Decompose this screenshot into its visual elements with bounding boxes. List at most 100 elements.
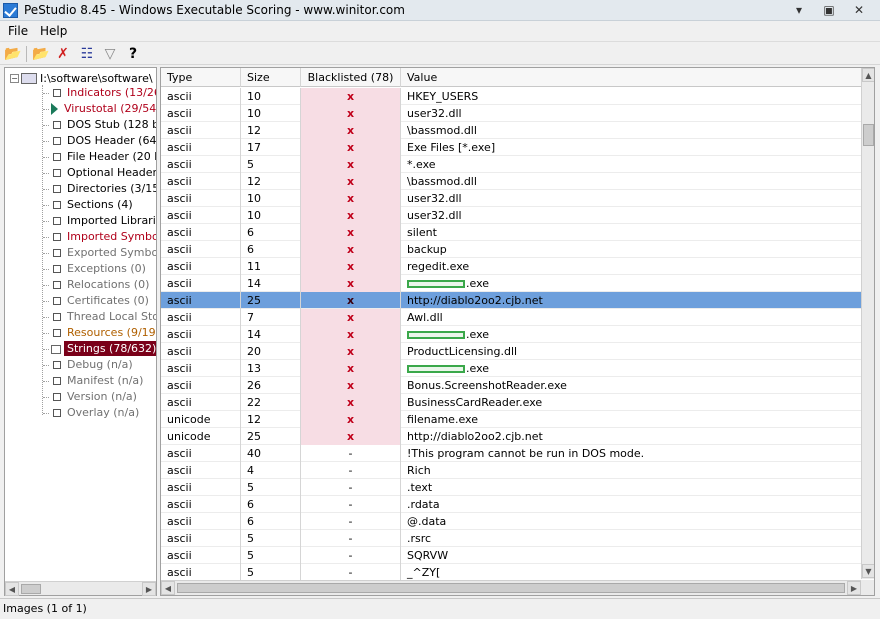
- cell-blacklisted: x: [301, 326, 401, 343]
- table-row[interactable]: ascii 5 - .rsrc: [161, 530, 861, 547]
- table-row[interactable]: ascii 12 x \bassmod.dll: [161, 122, 861, 139]
- tree-item[interactable]: Manifest (n/a): [43, 373, 143, 389]
- scroll-thumb[interactable]: [863, 124, 874, 146]
- scroll-up-icon[interactable]: ▲: [862, 68, 874, 82]
- cell-size: 17: [241, 139, 301, 156]
- tree-pane[interactable]: − I:\software\software\ Indicators (13/26…: [4, 67, 157, 596]
- tree-horizontal-scrollbar[interactable]: ◀ ▶: [5, 581, 156, 596]
- tree-item[interactable]: File Header (20 by: [43, 149, 156, 165]
- grid-horizontal-scrollbar[interactable]: ◀ ▶: [161, 580, 861, 595]
- tree-item[interactable]: Strings (78/632): [43, 341, 156, 357]
- open-file-icon[interactable]: 📂: [32, 45, 50, 63]
- tree-item[interactable]: DOS Stub (128 by: [43, 117, 156, 133]
- node-icon: [53, 201, 61, 209]
- cell-blacklisted: x: [301, 377, 401, 394]
- table-row[interactable]: ascii 10 x user32.dll: [161, 105, 861, 122]
- scroll-down-icon[interactable]: ▼: [862, 564, 874, 578]
- not-blacklisted-mark: -: [348, 481, 353, 494]
- close-x-icon[interactable]: ✗: [54, 45, 72, 63]
- table-row[interactable]: ascii 13 x .exe: [161, 360, 861, 377]
- strings-grid[interactable]: Type Size Blacklisted (78) Value ascii 10…: [160, 67, 875, 596]
- table-row[interactable]: unicode 12 x filename.exe: [161, 411, 861, 428]
- scroll-left-icon[interactable]: ◀: [161, 581, 175, 595]
- menu-file[interactable]: File: [8, 24, 28, 38]
- column-blacklisted[interactable]: Blacklisted (78): [301, 68, 401, 87]
- close-button[interactable]: ✕: [848, 2, 870, 18]
- app-icon: [3, 3, 18, 18]
- tree-item[interactable]: Thread Local Stor: [43, 309, 156, 325]
- collapse-icon[interactable]: −: [10, 73, 19, 83]
- tree-root[interactable]: − I:\software\software\: [10, 71, 153, 85]
- tree-item[interactable]: Relocations (0): [43, 277, 149, 293]
- tree-item[interactable]: Optional Header: [43, 165, 156, 181]
- filter-icon[interactable]: ▽: [101, 45, 119, 63]
- node-icon: [53, 297, 61, 305]
- tree-item[interactable]: Overlay (n/a): [43, 405, 139, 421]
- tree-item[interactable]: Virustotal (29/54 -: [43, 101, 156, 117]
- column-type[interactable]: Type: [161, 68, 241, 87]
- tree-item[interactable]: Sections (4): [43, 197, 133, 213]
- tree-item[interactable]: Imported Librarie: [43, 213, 156, 229]
- column-size[interactable]: Size: [241, 68, 301, 87]
- restore-button[interactable]: ▣: [818, 2, 840, 18]
- cell-value: .exe: [401, 275, 861, 292]
- table-row[interactable]: ascii 5 - _^ZY[: [161, 564, 861, 581]
- grid-header: Type Size Blacklisted (78) Value: [161, 68, 861, 87]
- tree-item[interactable]: DOS Header (64 b: [43, 133, 156, 149]
- table-row[interactable]: ascii 22 x BusinessCardReader.exe: [161, 394, 861, 411]
- table-row[interactable]: ascii 14 x .exe: [161, 326, 861, 343]
- tree-item[interactable]: Directories (3/15): [43, 181, 156, 197]
- scroll-thumb[interactable]: [177, 583, 845, 593]
- table-row[interactable]: ascii 26 x Bonus.ScreenshotReader.exe: [161, 377, 861, 394]
- table-row[interactable]: ascii 12 x \bassmod.dll: [161, 173, 861, 190]
- table-row[interactable]: ascii 40 - !This program cannot be run in D…: [161, 445, 861, 462]
- blacklisted-mark: x: [346, 226, 355, 239]
- tree-item[interactable]: Resources (9/19): [43, 325, 156, 341]
- scroll-thumb[interactable]: [21, 584, 41, 594]
- tree-item[interactable]: Certificates (0): [43, 293, 149, 309]
- table-row[interactable]: ascii 11 x regedit.exe: [161, 258, 861, 275]
- scroll-left-icon[interactable]: ◀: [5, 582, 19, 596]
- table-row[interactable]: ascii 6 - @.data: [161, 513, 861, 530]
- table-row[interactable]: ascii 10 x HKEY_USERS: [161, 88, 861, 105]
- blacklisted-mark: x: [346, 379, 355, 392]
- tree-item[interactable]: Imported Symbols: [43, 229, 156, 245]
- table-row[interactable]: ascii 10 x user32.dll: [161, 190, 861, 207]
- table-row[interactable]: ascii 5 x *.exe: [161, 156, 861, 173]
- tree-item[interactable]: Version (n/a): [43, 389, 137, 405]
- minimize-button[interactable]: ▾: [788, 2, 810, 18]
- blacklisted-mark: x: [346, 430, 355, 443]
- cell-blacklisted: x: [301, 173, 401, 190]
- open-folder-icon[interactable]: 📂: [4, 45, 22, 63]
- table-row[interactable]: ascii 14 x .exe: [161, 275, 861, 292]
- column-value[interactable]: Value: [401, 68, 861, 87]
- cell-value: *.exe: [401, 156, 861, 173]
- table-row[interactable]: unicode 25 x http://diablo2oo2.cjb.net: [161, 428, 861, 445]
- table-row[interactable]: ascii 7 x Awl.dll: [161, 309, 861, 326]
- help-icon[interactable]: ?: [124, 45, 142, 63]
- table-row[interactable]: ascii 4 - Rich: [161, 462, 861, 479]
- cell-value: ProductLicensing.dll: [401, 343, 861, 360]
- cell-type: unicode: [161, 428, 241, 445]
- tree-connector: [43, 364, 49, 366]
- cell-blacklisted: -: [301, 530, 401, 547]
- table-row[interactable]: ascii 6 x silent: [161, 224, 861, 241]
- report-icon[interactable]: ☷: [78, 45, 96, 63]
- table-row[interactable]: ascii 5 - .text: [161, 479, 861, 496]
- scroll-right-icon[interactable]: ▶: [847, 581, 861, 595]
- tree-item[interactable]: Debug (n/a): [43, 357, 133, 373]
- scroll-right-icon[interactable]: ▶: [142, 582, 156, 596]
- menu-help[interactable]: Help: [40, 24, 67, 38]
- table-row[interactable]: ascii 17 x Exe Files [*.exe]: [161, 139, 861, 156]
- table-row[interactable]: ascii 6 x backup: [161, 241, 861, 258]
- grid-vertical-scrollbar[interactable]: ▲ ▼: [861, 68, 874, 579]
- table-row[interactable]: ascii 20 x ProductLicensing.dll: [161, 343, 861, 360]
- table-row[interactable]: ascii 5 - SQRVW: [161, 547, 861, 564]
- tree-item[interactable]: Exceptions (0): [43, 261, 146, 277]
- tree-item[interactable]: Exported Symbols: [43, 245, 156, 261]
- table-row[interactable]: ascii 25 x http://diablo2oo2.cjb.net: [161, 292, 861, 309]
- table-row[interactable]: ascii 6 - .rdata: [161, 496, 861, 513]
- table-row[interactable]: ascii 10 x user32.dll: [161, 207, 861, 224]
- window-title: PeStudio 8.45 - Windows Executable Scori…: [24, 3, 405, 17]
- tree-item[interactable]: Indicators (13/26): [43, 85, 156, 101]
